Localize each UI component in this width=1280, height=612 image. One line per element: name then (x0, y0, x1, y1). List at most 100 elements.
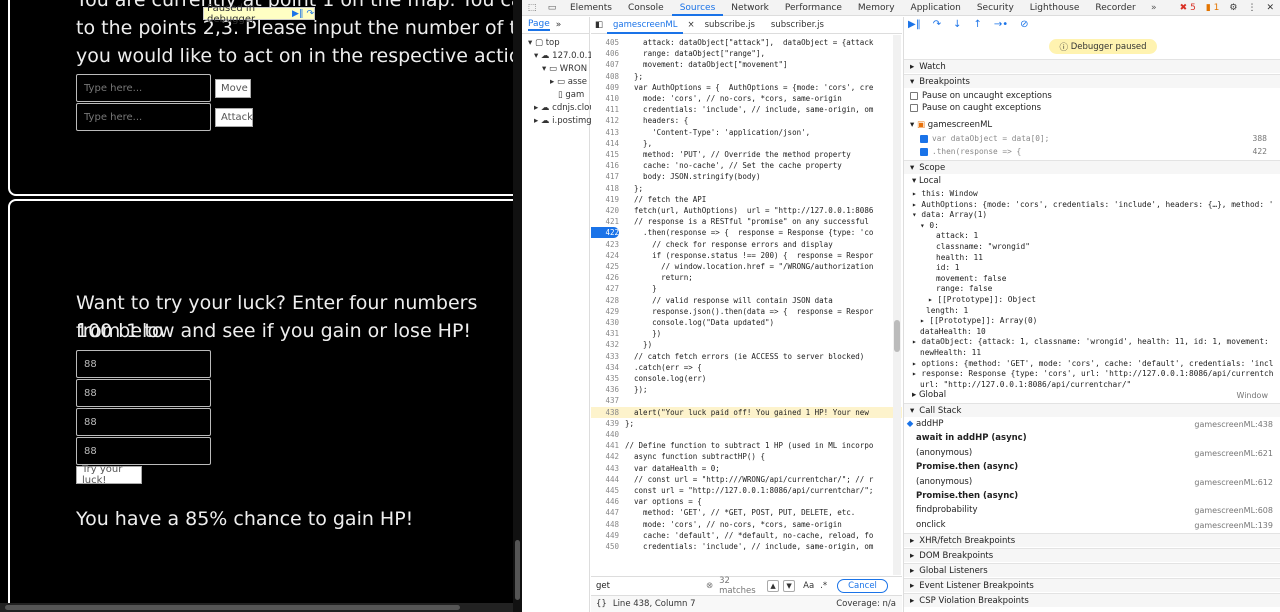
section-event-listener-breakpoints[interactable]: ▸ Event Listener Breakpoints (904, 578, 1280, 592)
warning-count[interactable]: ▮ 1 (1206, 3, 1220, 13)
regex-button[interactable]: .* (820, 581, 827, 591)
tab-sources[interactable]: Sources (671, 0, 724, 16)
error-count[interactable]: ✖ 5 (1180, 3, 1196, 13)
line-number[interactable]: 439 (591, 418, 619, 429)
file-tab-subscribe[interactable]: subscribe.js (699, 17, 761, 34)
line-number[interactable]: 416 (591, 160, 619, 171)
step-over-icon[interactable]: ↷ (306, 9, 314, 19)
luck-input-3[interactable]: 88 (76, 408, 211, 436)
tree-item-cdnjs[interactable]: ▸ ☁ cdnjs.clou (534, 103, 595, 113)
line-number[interactable]: 427 (591, 283, 619, 294)
section-csp-breakpoints[interactable]: ▸ CSP Violation Breakpoints (904, 593, 1280, 607)
tab-performance[interactable]: Performance (777, 0, 850, 16)
scope-variable-row[interactable]: newHealth: 11 (920, 347, 1274, 358)
breakpoint-item-2[interactable]: .then(response => {422 (920, 146, 1275, 157)
editor-scrollbar[interactable] (893, 35, 901, 575)
scope-variable-row[interactable]: ▸ options: {method: 'GET', mode: 'cors',… (912, 358, 1274, 369)
scope-variable-row[interactable]: attack: 1 (936, 230, 1274, 241)
line-number[interactable]: 417 (591, 171, 619, 182)
scope-variable-row[interactable]: ▸ [[Prototype]]: Object (928, 294, 1274, 305)
scope-variable-row[interactable]: ▸ [[Prototype]]: Array(0) (920, 315, 1274, 326)
line-number[interactable]: 442 (591, 451, 619, 462)
section-call-stack[interactable]: ▾ Call Stack (904, 403, 1280, 417)
call-frame[interactable]: onclick gamescreenML:139 (904, 520, 1280, 531)
line-number[interactable]: 413 (591, 127, 619, 138)
step-button-icon[interactable]: →• (994, 19, 1008, 30)
more-options-icon[interactable]: ⋮ (1247, 3, 1256, 13)
scope-variable-row[interactable]: ▸ this: Window (912, 188, 1274, 199)
tab-console[interactable]: Console (620, 0, 672, 16)
line-number[interactable]: 415 (591, 149, 619, 160)
line-number[interactable]: 431 (591, 328, 619, 339)
attack-input[interactable]: Type here... (76, 103, 211, 131)
page-vertical-scrollbar[interactable] (513, 0, 522, 612)
luck-input-1[interactable]: 88 (76, 350, 211, 378)
scope-variable-row[interactable]: health: 11 (936, 252, 1274, 263)
resume-icon[interactable]: ▶‖ (292, 9, 303, 19)
scope-variable-row[interactable]: length: 1 (926, 305, 1274, 316)
scope-variable-row[interactable]: dataHealth: 10 (920, 326, 1274, 337)
line-number[interactable]: 436 (591, 384, 619, 395)
tab-page[interactable]: Page (528, 19, 550, 31)
inspect-element-icon[interactable]: ⬚ (522, 3, 542, 13)
scope-variable-row[interactable]: ▾ 0: (920, 220, 1274, 231)
line-number[interactable]: 407 (591, 59, 619, 70)
call-frame[interactable]: await in addHP (async) (904, 433, 1280, 444)
line-number[interactable]: 445 (591, 485, 619, 496)
page-horizontal-scrollbar[interactable] (0, 603, 515, 612)
line-number[interactable]: 443 (591, 463, 619, 474)
line-number[interactable]: 450 (591, 541, 619, 552)
line-number[interactable]: 408 (591, 71, 619, 82)
file-tab-subscriber[interactable]: subscriber.js (765, 17, 830, 34)
line-number[interactable]: 422 (591, 227, 619, 239)
line-number[interactable]: 425 (591, 261, 619, 272)
close-devtools-icon[interactable]: ✕ (1266, 3, 1274, 13)
clear-search-icon[interactable]: ⊗ (706, 581, 713, 591)
line-number[interactable]: 447 (591, 507, 619, 518)
tree-item-assets[interactable]: ▸ ▭ asse (550, 77, 587, 87)
line-number[interactable]: 437 (591, 395, 619, 406)
more-navigator-icon[interactable]: » (556, 20, 562, 30)
pause-caught-checkbox[interactable]: Pause on caught exceptions (910, 103, 1041, 114)
line-number[interactable]: 449 (591, 530, 619, 541)
line-number[interactable]: 423 (591, 239, 619, 250)
tab-recorder[interactable]: Recorder (1087, 0, 1143, 16)
move-button[interactable]: Move (215, 79, 251, 98)
line-number[interactable]: 428 (591, 295, 619, 306)
tree-item-wrong[interactable]: ▾ ▭ WRON (542, 64, 587, 74)
try-luck-button[interactable]: Try your luck! (76, 464, 142, 486)
move-input[interactable]: Type here... (76, 74, 211, 102)
settings-gear-icon[interactable]: ⚙ (1229, 3, 1237, 13)
scope-variable-row[interactable]: ▸ dataObject: {attack: 1, classname: 'wr… (912, 336, 1274, 347)
pretty-print-icon[interactable]: {} (596, 599, 607, 609)
section-breakpoints[interactable]: ▾ Breakpoints (904, 74, 1280, 88)
file-tab-gamescreenml[interactable]: gamescreenML (607, 17, 684, 34)
line-number[interactable]: 441 (591, 440, 619, 451)
tree-item-top[interactable]: ▾ ▢ top (528, 38, 560, 48)
line-number[interactable]: 430 (591, 317, 619, 328)
more-tabs-icon[interactable]: » (1144, 3, 1164, 13)
line-number[interactable]: 410 (591, 93, 619, 104)
line-number[interactable]: 435 (591, 373, 619, 384)
line-number[interactable]: 426 (591, 272, 619, 283)
luck-input-2[interactable]: 88 (76, 379, 211, 407)
scope-variable-row[interactable]: ▸ AuthOptions: {mode: 'cors', credential… (912, 199, 1274, 210)
call-frame[interactable]: ◆ addHP gamescreenML:438 (904, 419, 1280, 430)
deactivate-breakpoints-icon[interactable]: ⊘ (1020, 19, 1028, 30)
section-scope[interactable]: ▾ Scope (904, 160, 1280, 174)
tab-elements[interactable]: Elements (562, 0, 620, 16)
scope-local[interactable]: ▾ Local (912, 176, 941, 187)
step-out-button-icon[interactable]: ↑ (973, 19, 981, 30)
scope-global[interactable]: ▸ Global Window (912, 390, 1280, 401)
cancel-search-button[interactable]: Cancel (837, 578, 888, 593)
line-number[interactable]: 448 (591, 519, 619, 530)
tab-memory[interactable]: Memory (850, 0, 903, 16)
tab-security[interactable]: Security (969, 0, 1022, 16)
match-case-button[interactable]: Aa (803, 581, 814, 591)
line-number[interactable]: 432 (591, 339, 619, 350)
search-input[interactable]: get (596, 581, 706, 591)
previous-match-icon[interactable]: ▲ (767, 579, 780, 592)
call-frame[interactable]: findprobability gamescreenML:608 (904, 505, 1280, 516)
scope-variable-row[interactable]: ▾ data: Array(1) (912, 209, 1274, 220)
scope-variable-row[interactable]: id: 1 (936, 262, 1274, 273)
